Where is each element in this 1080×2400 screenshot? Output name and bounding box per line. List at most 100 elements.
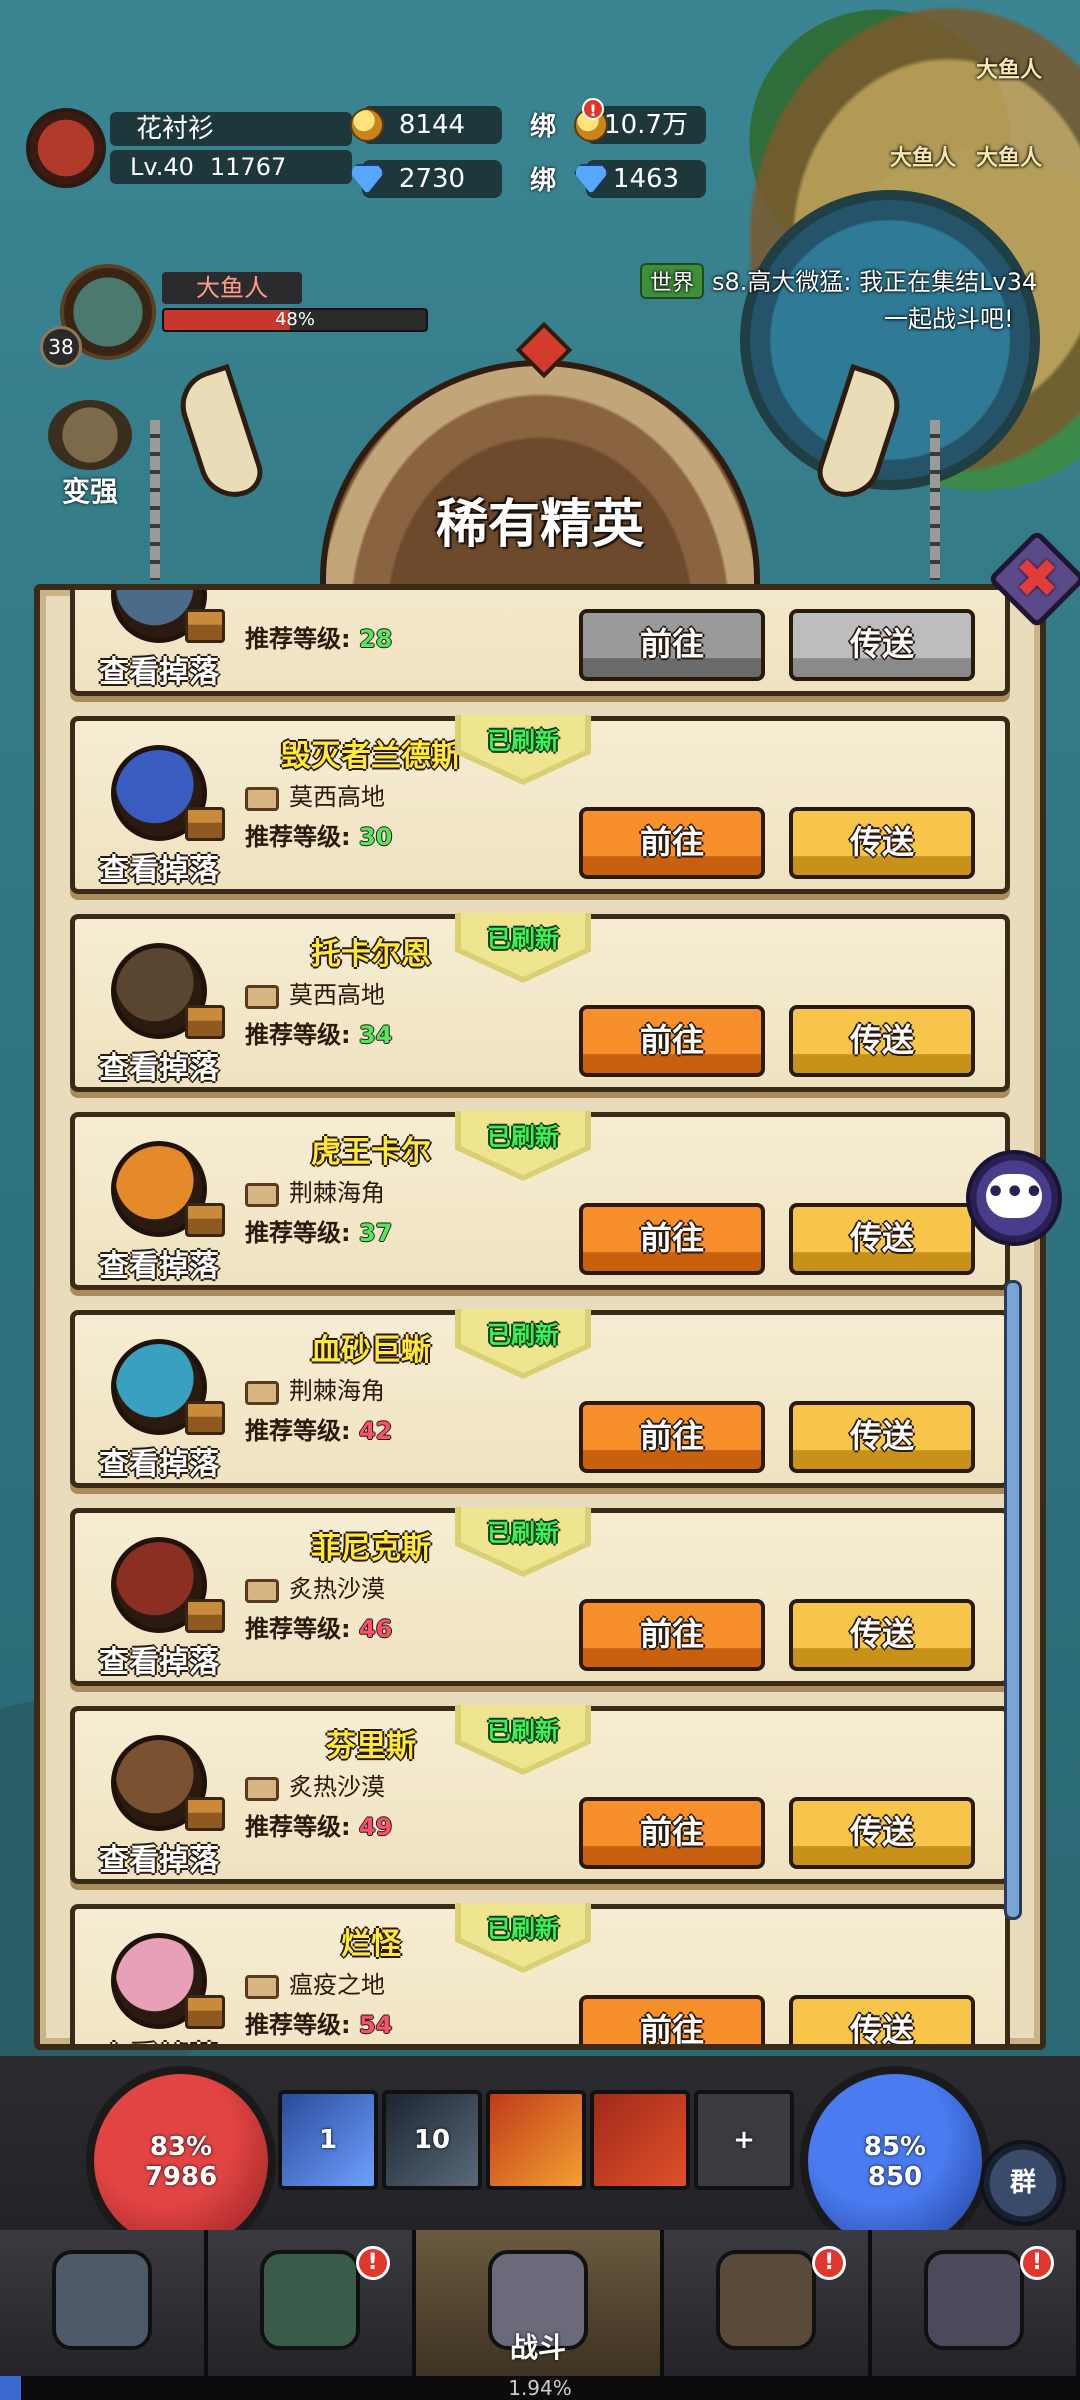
mp-value: 850 (867, 2162, 923, 2192)
nav-tab-character[interactable] (0, 2230, 208, 2376)
character-icon (51, 2250, 152, 2350)
treasure-chest-icon[interactable] (185, 1797, 225, 1831)
player-panel[interactable]: 花衬衫 Lv.40 11767 (26, 108, 352, 190)
add-skill-slot[interactable]: + (694, 2090, 794, 2190)
exp-bar: 1.94% (0, 2376, 1080, 2400)
map-scroll-icon (245, 1381, 279, 1405)
guild-icon (716, 2250, 817, 2350)
refreshed-text: 已刷新 (487, 1915, 559, 1943)
go-button[interactable]: 前往 (579, 1401, 765, 1473)
boss-card[interactable]: 查看掉落 芬里斯 炙热沙漠 推荐等级: 49 已刷新 前往 传送 (70, 1705, 1010, 1884)
list-scrollbar[interactable] (1004, 1280, 1022, 1920)
recommended-level-label: 推荐等级: (245, 823, 351, 851)
boss-card[interactable]: 查看掉落 血砂巨蜥 荆棘海角 推荐等级: 42 已刷新 前往 传送 (70, 1309, 1010, 1488)
close-icon[interactable]: ✖ (1002, 548, 1072, 610)
teleport-button[interactable]: 传送 (789, 1401, 975, 1473)
go-button[interactable]: 前往 (579, 1599, 765, 1671)
nav-alert-badge: ! (355, 2246, 390, 2280)
recommended-level-value: 28 (358, 625, 393, 653)
bind-diamond-label: 绑 (530, 166, 557, 196)
teleport-button[interactable]: 传送 (789, 1995, 975, 2044)
teleport-button[interactable]: 传送 (789, 807, 975, 879)
recommended-level-value: 54 (358, 2011, 393, 2039)
group-button[interactable]: 群 (980, 2140, 1066, 2226)
skill-slot-2[interactable]: 10 (382, 2090, 482, 2190)
go-button[interactable]: 前往 (579, 807, 765, 879)
refreshed-text: 已刷新 (487, 1519, 559, 1547)
go-button[interactable]: 前往 (579, 1203, 765, 1275)
treasure-chest-icon[interactable] (185, 1401, 225, 1435)
castle-icon (924, 2250, 1025, 2350)
skill-slot-1[interactable]: 1 (278, 2090, 378, 2190)
teleport-button[interactable]: 传送 (789, 1599, 975, 1671)
skill-slot-4[interactable] (590, 2090, 690, 2190)
refreshed-badge: 已刷新 (455, 1111, 591, 1181)
boss-card[interactable]: 查看掉落 托卡尔恩 莫西高地 推荐等级: 34 已刷新 前往 传送 (70, 913, 1010, 1092)
bind-diamond-counter[interactable]: 1463 (574, 160, 706, 198)
exp-text: 1.94% (508, 2376, 572, 2400)
refreshed-badge: 已刷新 (455, 1705, 591, 1775)
treasure-chest-icon[interactable] (185, 1995, 225, 2029)
nav-label-battle: 战斗 (509, 2331, 566, 2364)
nav-tab-companion[interactable]: ! (207, 2230, 416, 2376)
treasure-chest-icon[interactable] (185, 1203, 225, 1237)
companion-icon (259, 2250, 360, 2350)
recommended-level-value: 42 (358, 1417, 393, 1445)
skill-slot-3[interactable] (486, 2090, 586, 2190)
nav-tab-castle[interactable]: ! (872, 2230, 1080, 2376)
strengthen-button[interactable]: 变强 (40, 400, 140, 510)
boss-list[interactable]: 查看掉落 推荐等级: 28 前往 传送 查看掉落 毁灭者兰德斯 莫西高地 推荐等级: 30 已刷… (70, 590, 1010, 2044)
gold-counter[interactable]: 8144 (350, 106, 502, 144)
target-hp-bar: 48% (162, 308, 428, 332)
bind-gold-alert-badge: ! (582, 98, 604, 120)
treasure-chest-icon[interactable] (185, 609, 225, 643)
nav-tab-guild[interactable]: ! (664, 2230, 873, 2376)
mp-percent: 85% (863, 2132, 927, 2162)
recommended-level-value: 49 (358, 1813, 393, 1841)
boss-card[interactable]: 查看掉落 毁灭者兰德斯 莫西高地 推荐等级: 30 已刷新 前往 传送 (70, 715, 1010, 894)
bind-diamond-value: 1463 (612, 164, 680, 194)
strengthen-label: 变强 (61, 475, 118, 508)
recommended-level-value: 34 (358, 1021, 393, 1049)
world-channel-tag: 世界 (640, 263, 705, 299)
map-scroll-icon (245, 1777, 279, 1801)
boss-map-name (289, 590, 509, 617)
teleport-button[interactable]: 传送 (789, 1005, 975, 1077)
bind-gold-counter[interactable]: 10.7万 (574, 106, 706, 144)
boss-card[interactable]: 查看掉落 推荐等级: 28 前往 传送 (70, 590, 1010, 696)
recommended-level: 推荐等级: 30 (245, 819, 485, 855)
go-button[interactable]: 前往 (579, 1995, 765, 2044)
nav-alert-badge: ! (812, 2246, 847, 2280)
recommended-level: 推荐等级: 34 (245, 1017, 485, 1053)
world-chat-line-1: 世界 s8.高大微猛: 我正在集结Lv34 (640, 262, 1080, 299)
map-label-dayuren-1: 大鱼人 (976, 58, 1043, 83)
rare-elite-list-panel[interactable]: 查看掉落 推荐等级: 28 前往 传送 查看掉落 毁灭者兰德斯 莫西高地 推荐等级: 30 已刷… (34, 584, 1046, 2050)
treasure-chest-icon[interactable] (185, 1599, 225, 1633)
boss-card[interactable]: 查看掉落 虎王卡尔 荆棘海角 推荐等级: 37 已刷新 前往 传送 (70, 1111, 1010, 1290)
refreshed-badge: 已刷新 (455, 715, 591, 785)
header-arch (320, 360, 760, 600)
teleport-button[interactable]: 传送 (789, 1203, 975, 1275)
nav-tab-battle[interactable]: 战斗 (415, 2230, 665, 2376)
teleport-button[interactable]: 传送 (789, 1797, 975, 1869)
bind-gold-value: 10.7万 (604, 110, 688, 140)
treasure-chest-icon[interactable] (185, 1005, 225, 1039)
recommended-level: 推荐等级: 37 (245, 1215, 485, 1251)
recommended-level-label: 推荐等级: (245, 2011, 351, 2039)
modal-title: 稀有精英 (435, 495, 644, 555)
recommended-level-label: 推荐等级: (245, 1417, 351, 1445)
go-button[interactable]: 前往 (579, 1797, 765, 1869)
diamond-counter[interactable]: 2730 (350, 160, 502, 198)
map-scroll-icon (245, 787, 279, 811)
go-button[interactable]: 前往 (579, 609, 765, 681)
teleport-button[interactable]: 传送 (789, 609, 975, 681)
target-level: 38 (40, 326, 82, 368)
player-avatar[interactable] (26, 108, 106, 188)
gold-value: 8144 (398, 110, 466, 140)
boss-card[interactable]: 查看掉落 菲尼克斯 炙热沙漠 推荐等级: 46 已刷新 前往 传送 (70, 1507, 1010, 1686)
bottom-nav: ! 战斗 ! ! (0, 2230, 1080, 2376)
treasure-chest-icon[interactable] (185, 807, 225, 841)
boss-card[interactable]: 查看掉落烂怪瘟疫之地推荐等级: 54已刷新前往传送 (70, 1903, 1010, 2044)
chat-bubble-icon[interactable]: ••• (986, 1174, 1044, 1218)
go-button[interactable]: 前往 (579, 1005, 765, 1077)
